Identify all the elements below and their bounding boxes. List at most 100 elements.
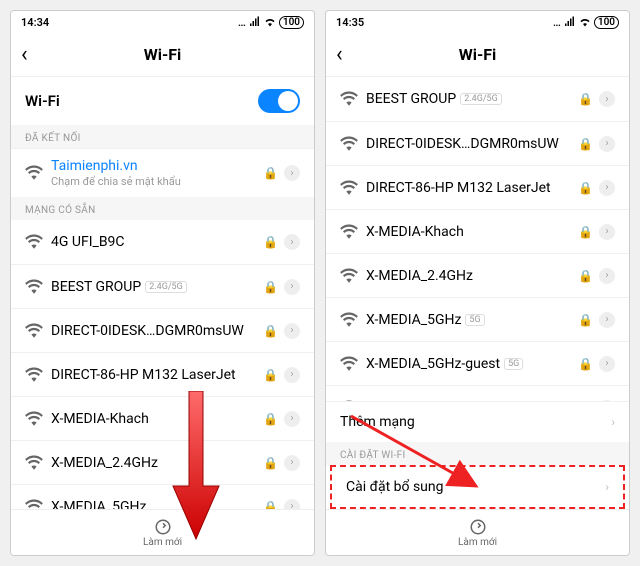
wifi-icon	[25, 278, 43, 296]
network-row[interactable]: DIRECT-0IDESK…DGMR0msUW🔒›	[11, 308, 314, 352]
network-row[interactable]: BEEST GROUP2.4G/5G🔒›	[11, 264, 314, 308]
wifi-icon	[340, 311, 358, 329]
chevron-icon: ›	[605, 480, 609, 494]
header: ‹ Wi-Fi	[326, 33, 629, 77]
chevron-icon: ›	[611, 415, 615, 429]
network-row[interactable]: DIRECT-86-HP M132 LaserJet🔒 ›	[11, 352, 314, 396]
chevron-icon[interactable]: ›	[284, 165, 300, 181]
status-bar: 14:34 … 100	[11, 11, 314, 33]
section-connected: ĐÃ KẾT NỐI	[11, 125, 314, 148]
battery-icon: 100	[594, 16, 619, 29]
wifi-icon	[340, 90, 358, 108]
chevron-icon[interactable]: ›	[284, 234, 300, 250]
network-name: X-MEDIA-Khach	[51, 411, 263, 427]
network-row[interactable]: X-MEDIA_2.4GHz🔒 ›	[326, 253, 629, 297]
network-row[interactable]: BEEST GROUP2.4G/5G🔒›	[326, 77, 629, 121]
advanced-settings-label: Cài đặt bổ sung	[346, 479, 444, 495]
wifi-toggle-label: Wi-Fi	[25, 92, 60, 110]
network-row[interactable]: X-MEDIA_2.4GHz🔒›	[11, 440, 314, 484]
add-network-row[interactable]: Thêm mạng ›	[326, 401, 629, 442]
network-sub: Chạm để chia sẻ mật khẩu	[51, 175, 263, 188]
network-row[interactable]: X-MEDIA_5GHz-guest5G🔒 ›	[326, 341, 629, 385]
chevron-icon[interactable]: ›	[599, 268, 615, 284]
chevron-icon[interactable]: ›	[599, 91, 615, 107]
wifi-icon	[340, 355, 358, 373]
network-name: X-MEDIA-Khach	[366, 224, 578, 240]
lock-icon: 🔒	[263, 368, 278, 382]
network-name: DIRECT-0IDESK…DGMR0msUW	[51, 323, 263, 339]
refresh-button[interactable]: Làm mới	[11, 509, 314, 555]
lock-icon: 🔒	[263, 456, 278, 470]
chevron-icon[interactable]: ›	[599, 224, 615, 240]
wifi-toggle[interactable]	[258, 89, 300, 113]
status-bar: 14:35 … 100	[326, 11, 629, 33]
wifi-icon	[340, 135, 358, 153]
lock-icon: 🔒	[578, 225, 593, 239]
network-name: X-MEDIA_5GHz-guest5G	[366, 356, 578, 372]
status-icons: … 100	[238, 16, 304, 29]
lock-icon: 🔒	[263, 235, 278, 249]
chevron-icon[interactable]: ›	[284, 411, 300, 427]
network-name: Taimienphi.vn	[51, 158, 263, 174]
lock-icon: 🔒	[263, 500, 278, 509]
band-badge: 5G	[465, 314, 484, 326]
network-row[interactable]: X-MEDIA_5GHz5G🔒›	[326, 297, 629, 341]
wifi-icon	[579, 16, 591, 28]
header: ‹ Wi-Fi	[11, 33, 314, 77]
lock-icon: 🔒	[263, 280, 278, 294]
lock-icon: 🔒	[263, 412, 278, 426]
refresh-icon	[469, 518, 487, 536]
network-name: DIRECT-86-HP M132 LaserJet	[366, 180, 578, 196]
network-name: BEEST GROUP2.4G/5G	[366, 91, 578, 107]
wifi-icon	[264, 16, 276, 28]
wifi-icon	[340, 223, 358, 241]
section-wifi-settings: CÀI ĐẶT WI-FI	[326, 442, 629, 465]
network-row[interactable]: 4G UFI_B9C🔒›	[11, 220, 314, 264]
chevron-icon[interactable]: ›	[599, 136, 615, 152]
chevron-icon[interactable]: ›	[284, 279, 300, 295]
network-row[interactable]: DIRECT-86-HP M132 LaserJet🔒 ›	[326, 165, 629, 209]
chevron-icon[interactable]: ›	[284, 499, 300, 509]
chevron-icon[interactable]: ›	[599, 312, 615, 328]
network-row[interactable]: ZOMUA2🔒›	[326, 385, 629, 401]
refresh-icon	[154, 518, 172, 536]
annotation-highlight: Cài đặt bổ sung ›	[330, 465, 625, 509]
band-badge: 2.4G/5G	[460, 93, 502, 105]
back-button[interactable]: ‹	[21, 44, 45, 66]
network-name: X-MEDIA_2.4GHz	[366, 268, 578, 284]
network-row[interactable]: X-MEDIA-Khach🔒 ›	[326, 209, 629, 253]
chevron-icon[interactable]: ›	[284, 323, 300, 339]
refresh-button[interactable]: Làm mới	[326, 509, 629, 555]
page-title: Wi-Fi	[326, 45, 629, 64]
wifi-icon	[25, 498, 43, 509]
lock-icon: 🔒	[578, 181, 593, 195]
network-name: DIRECT-86-HP M132 LaserJet	[51, 367, 263, 383]
refresh-label: Làm mới	[143, 537, 182, 548]
add-network-label: Thêm mạng	[340, 414, 415, 430]
chevron-icon[interactable]: ›	[599, 356, 615, 372]
section-available: MẠNG CÓ SẴN	[11, 197, 314, 220]
network-row[interactable]: X-MEDIA_5GHz🔒 ›	[11, 484, 314, 509]
wifi-icon	[25, 322, 43, 340]
back-button[interactable]: ‹	[336, 44, 360, 66]
nodisturb-icon: …	[238, 16, 246, 29]
lock-icon: 🔒	[578, 313, 593, 327]
page-title: Wi-Fi	[11, 45, 314, 64]
chevron-icon[interactable]: ›	[284, 367, 300, 383]
wifi-toggle-row[interactable]: Wi-Fi	[11, 77, 314, 125]
signal-icon	[249, 16, 261, 28]
network-row[interactable]: DIRECT-0IDESK…DGMR0msUW🔒›	[326, 121, 629, 165]
status-icons: … 100	[553, 16, 619, 29]
lock-icon: 🔒	[578, 269, 593, 283]
wifi-icon	[25, 164, 43, 182]
lock-icon: 🔒	[263, 166, 278, 180]
network-row[interactable]: X-MEDIA-Khach🔒 ›	[11, 396, 314, 440]
network-name: X-MEDIA_5GHz	[51, 499, 263, 509]
advanced-settings-row[interactable]: Cài đặt bổ sung ›	[332, 467, 623, 507]
chevron-icon[interactable]: ›	[284, 455, 300, 471]
refresh-label: Làm mới	[458, 537, 497, 548]
lock-icon: 🔒	[578, 357, 593, 371]
chevron-icon[interactable]: ›	[599, 180, 615, 196]
wifi-icon	[25, 233, 43, 251]
connected-network-row[interactable]: Taimienphi.vn Chạm để chia sẻ mật khẩu 🔒…	[11, 148, 314, 197]
